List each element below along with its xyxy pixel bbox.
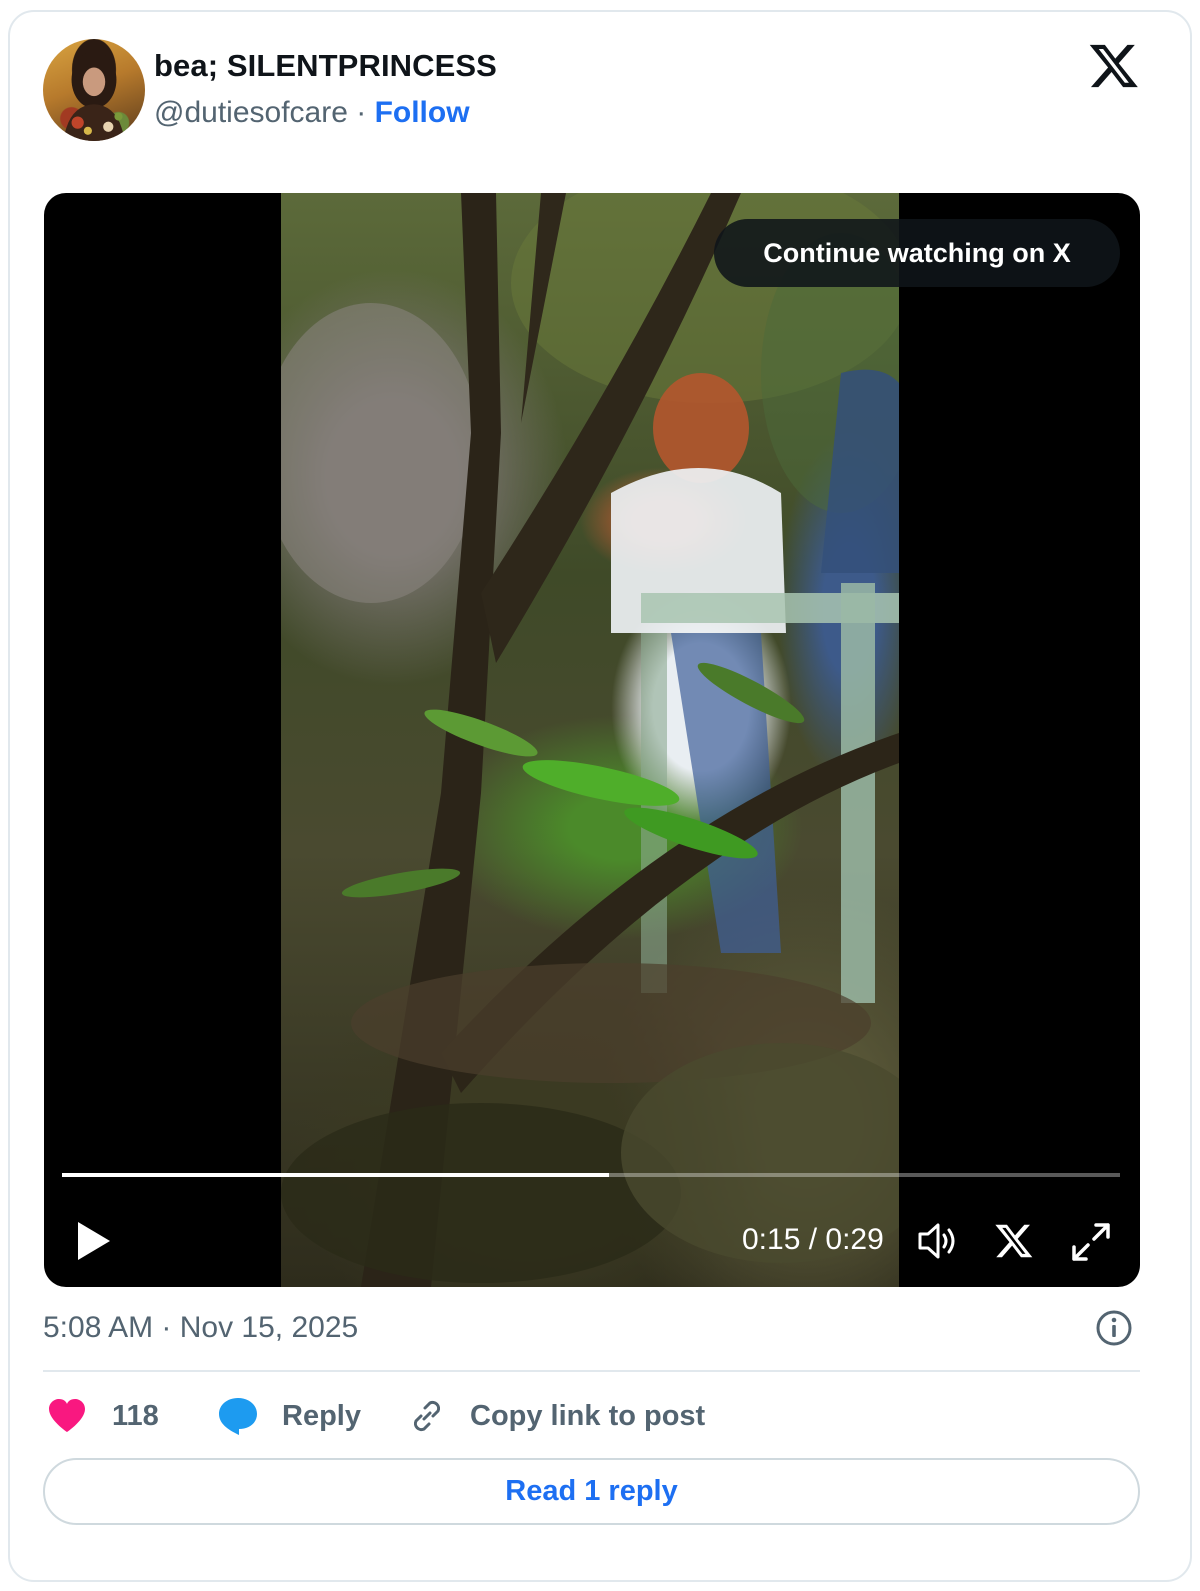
- post-timestamp[interactable]: 5:08 AM · Nov 15, 2025: [43, 1311, 358, 1345]
- reply-bubble-icon: [219, 1398, 257, 1435]
- avatar[interactable]: [43, 39, 145, 141]
- handle-separator: ·: [347, 96, 375, 129]
- link-icon: [413, 1400, 441, 1432]
- fullscreen-icon[interactable]: [1070, 1221, 1112, 1263]
- play-icon[interactable]: [74, 1219, 114, 1263]
- read-replies-button[interactable]: Read 1 reply: [43, 1458, 1140, 1525]
- video-frame: [281, 193, 899, 1287]
- volume-icon[interactable]: [916, 1221, 960, 1261]
- continue-watching-button[interactable]: Continue watching on X: [714, 219, 1120, 287]
- video-player[interactable]: Continue watching on X 0:15 / 0:29: [44, 193, 1140, 1287]
- video-progress-bar[interactable]: [62, 1173, 1120, 1177]
- author-handle[interactable]: @dutiesofcare: [154, 96, 348, 129]
- author-display-name[interactable]: bea; SILENTPRINCESS: [154, 48, 497, 84]
- follow-button[interactable]: Follow: [375, 96, 470, 129]
- video-progress-fill: [62, 1173, 609, 1177]
- reply-button[interactable]: Reply: [217, 1392, 361, 1440]
- like-count: 118: [112, 1399, 159, 1432]
- x-logo-icon[interactable]: [1088, 40, 1140, 92]
- post-actions: 118 Reply Copy link to post: [43, 1392, 1140, 1440]
- reply-label: Reply: [282, 1399, 361, 1432]
- copy-link-button[interactable]: Copy link to post: [407, 1392, 705, 1440]
- x-icon[interactable]: [994, 1221, 1034, 1261]
- author-handle-line: @dutiesofcare · Follow: [154, 96, 470, 130]
- like-button[interactable]: 118: [47, 1392, 159, 1440]
- divider: [43, 1370, 1140, 1372]
- video-time: 0:15 / 0:29: [742, 1223, 884, 1256]
- info-icon[interactable]: [1095, 1309, 1133, 1347]
- copy-link-label: Copy link to post: [470, 1399, 706, 1432]
- heart-icon: [49, 1399, 85, 1432]
